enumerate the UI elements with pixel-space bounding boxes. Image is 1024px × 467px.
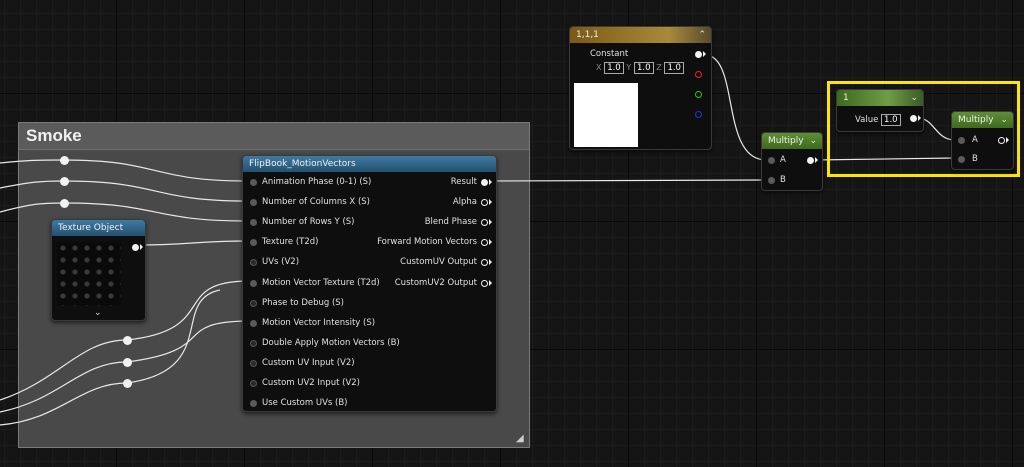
flipbook-input-label: Use Custom UVs (B) — [262, 398, 348, 409]
flipbook-input-pin[interactable] — [250, 319, 257, 327]
flipbook-input-label: Custom UV Input (V2) — [262, 357, 355, 368]
texture-object-header[interactable]: Texture Object — [52, 220, 145, 236]
collapse-chevron-icon[interactable]: ⌃ — [698, 27, 706, 43]
scalar-output-pin[interactable] — [910, 115, 917, 122]
output-arrow-icon — [489, 199, 492, 206]
constant-output-green[interactable] — [695, 91, 702, 98]
flipbook-output-pin[interactable] — [481, 239, 488, 247]
multiply-header[interactable]: Multiply ⌄ — [762, 133, 822, 149]
chevron-down-icon[interactable]: ⌄ — [910, 90, 918, 106]
flipbook-output-label: CustomUV2 Output — [394, 277, 477, 288]
multiply-output-pin[interactable] — [998, 137, 1005, 144]
flipbook-input-label: Number of Rows Y (S) — [262, 217, 355, 228]
flipbook-input-pin[interactable] — [250, 219, 257, 227]
chevron-down-icon[interactable]: ⌄ — [94, 308, 102, 318]
multiply-output-pin[interactable] — [807, 157, 814, 164]
z-value-field[interactable]: 1.0 — [664, 62, 684, 74]
output-arrow-icon — [489, 219, 492, 226]
flipbook-input-label: Double Apply Motion Vectors (B) — [262, 337, 400, 348]
reroute-node[interactable] — [123, 336, 132, 345]
flipbook-output-label: Forward Motion Vectors — [377, 237, 477, 248]
flipbook-input-label: Phase to Debug (S) — [262, 297, 344, 308]
multiply-input-b-pin[interactable] — [768, 177, 775, 184]
flipbook-output-label: CustomUV Output — [400, 257, 477, 268]
flipbook-input-pin[interactable] — [250, 239, 257, 247]
multiply-input-a-pin[interactable] — [768, 157, 775, 164]
output-arrow-icon — [140, 244, 143, 250]
reroute-node[interactable] — [60, 156, 69, 165]
flipbook-input-label: Motion Vector Texture (T2d) — [262, 277, 380, 288]
resize-handle-icon[interactable]: ◢ — [516, 434, 526, 444]
flipbook-input-pin[interactable] — [250, 380, 257, 387]
color-preview-swatch — [574, 83, 638, 147]
flipbook-input-pin[interactable] — [250, 339, 257, 347]
flipbook-output-pin[interactable] — [481, 259, 488, 267]
output-arrow-icon — [815, 157, 818, 163]
constant3-node[interactable]: 1,1,1 ⌃ Constant X 1.0 Y 1.0 Z 1.0 — [569, 26, 712, 150]
reroute-node[interactable] — [60, 177, 69, 186]
flipbook-output-label: Alpha — [452, 197, 477, 208]
flipbook-node[interactable]: FlipBook_MotionVectors Animation Phase (… — [242, 155, 497, 412]
flipbook-input-label: Custom UV2 Input (V2) — [262, 378, 360, 388]
multiply-input-b-label: B — [780, 175, 786, 185]
output-arrow-icon — [489, 179, 492, 185]
flipbook-input-pin[interactable] — [250, 179, 257, 186]
flipbook-input-label: Animation Phase (0-1) (S) — [262, 177, 372, 187]
y-value-field[interactable]: 1.0 — [634, 62, 654, 74]
multiply-input-b-pin[interactable] — [958, 156, 965, 163]
texture-object-output-pin[interactable] — [132, 244, 139, 251]
reroute-node[interactable] — [123, 379, 132, 388]
x-value-field[interactable]: 1.0 — [604, 62, 624, 74]
constant-label: Constant — [590, 49, 629, 59]
flipbook-input-pin[interactable] — [250, 199, 257, 207]
constant3-header[interactable]: 1,1,1 ⌃ — [570, 27, 711, 43]
constant-xyz-row: X 1.0 Y 1.0 Z 1.0 — [596, 62, 684, 74]
constant-output-red[interactable] — [695, 71, 702, 78]
output-arrow-icon — [489, 279, 492, 286]
output-arrow-icon — [1006, 137, 1009, 143]
flipbook-input-pin[interactable] — [250, 259, 257, 267]
flipbook-input-label: UVs (V2) — [262, 257, 300, 268]
flipbook-input-pin[interactable] — [250, 400, 257, 408]
flipbook-output-pin[interactable] — [481, 219, 488, 227]
output-arrow-icon — [918, 115, 921, 121]
multiply-input-a-label: A — [972, 135, 978, 145]
scalar-header[interactable]: 1 ⌄ — [837, 90, 923, 106]
scalar-constant-node[interactable]: 1 ⌄ Value 1.0 — [836, 89, 924, 132]
flipbook-output-label: Result — [450, 177, 477, 187]
flipbook-output-pin[interactable] — [481, 179, 488, 186]
multiply-header[interactable]: Multiply ⌄ — [952, 112, 1013, 128]
constant-output-blue[interactable] — [695, 111, 702, 118]
flipbook-input-pin[interactable] — [250, 279, 257, 287]
reroute-node[interactable] — [60, 199, 69, 208]
chevron-down-icon[interactable]: ⌄ — [809, 133, 817, 149]
multiply-input-a-pin[interactable] — [958, 137, 965, 144]
chevron-down-icon[interactable]: ⌄ — [1000, 112, 1008, 128]
texture-object-node[interactable]: Texture Object ⌄ — [51, 219, 146, 321]
flipbook-input-pin[interactable] — [250, 359, 257, 367]
reroute-node[interactable] — [123, 358, 132, 367]
flipbook-output-label: Blend Phase — [424, 217, 477, 228]
scalar-value-row: Value 1.0 — [855, 114, 901, 126]
flipbook-output-pin[interactable] — [481, 279, 488, 287]
flipbook-input-pin[interactable] — [250, 299, 257, 307]
multiply-input-b-label: B — [972, 154, 978, 164]
multiply-node-1[interactable]: Multiply ⌄ A B — [761, 132, 823, 191]
output-arrow-icon — [489, 239, 492, 246]
multiply-input-a-label: A — [780, 155, 786, 165]
flipbook-input-label: Motion Vector Intensity (S) — [262, 317, 376, 328]
comment-title[interactable]: Smoke — [19, 123, 529, 150]
texture-preview — [57, 242, 121, 306]
flipbook-output-pin[interactable] — [481, 199, 488, 207]
flipbook-input-label: Texture (T2d) — [262, 237, 319, 248]
flipbook-input-label: Number of Columns X (S) — [262, 197, 370, 208]
constant-output-white[interactable] — [695, 51, 702, 58]
output-arrow-icon — [703, 51, 706, 57]
flipbook-header[interactable]: FlipBook_MotionVectors — [243, 156, 496, 172]
scalar-value-field[interactable]: 1.0 — [881, 114, 901, 126]
output-arrow-icon — [489, 259, 492, 266]
multiply-node-2[interactable]: Multiply ⌄ A B — [951, 111, 1014, 170]
